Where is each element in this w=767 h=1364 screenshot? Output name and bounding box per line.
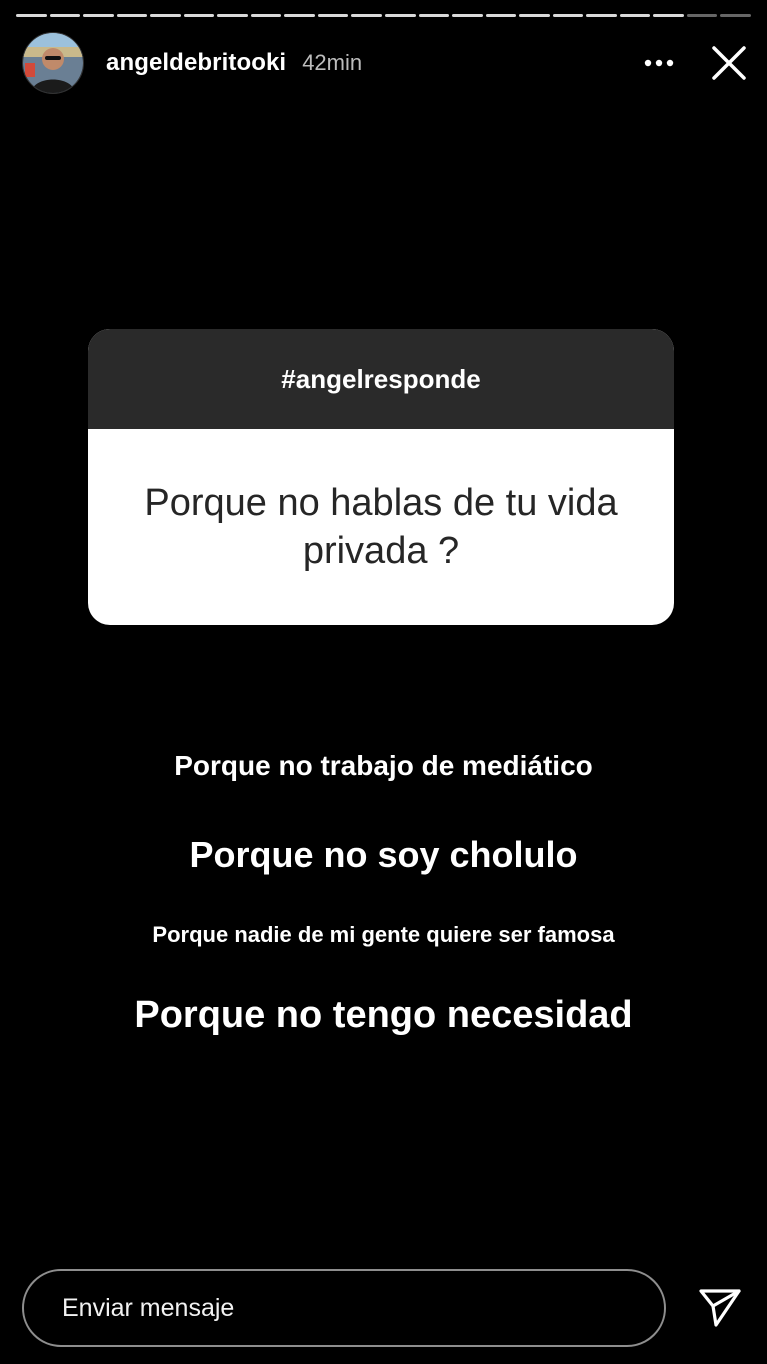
progress-segment <box>385 14 416 17</box>
progress-segment <box>317 14 349 17</box>
close-button[interactable] <box>707 41 751 85</box>
progress-segment <box>619 14 651 17</box>
answer-line-2: Porque no soy cholulo <box>189 834 578 875</box>
progress-segment <box>720 14 752 17</box>
story-header: angeldebritooki 42min <box>22 32 751 94</box>
message-input[interactable] <box>22 1269 666 1347</box>
answer-line-3: Porque nadie de mi gente quiere ser famo… <box>152 922 615 947</box>
post-time: 42min <box>302 50 363 75</box>
progress-segment <box>150 14 181 17</box>
send-icon <box>699 1289 741 1327</box>
progress-segment <box>250 14 282 17</box>
answer-line-1: Porque no trabajo de mediático <box>174 750 593 781</box>
story-footer <box>22 1268 745 1348</box>
progress-segment <box>552 14 584 17</box>
progress-segment <box>351 14 383 17</box>
username[interactable]: angeldebritooki <box>106 49 286 77</box>
question-text: Porque no hablas de tu vida privada ? <box>144 482 618 572</box>
progress-segment <box>418 14 450 17</box>
progress-segment <box>217 14 248 17</box>
progress-segment <box>485 14 517 17</box>
progress-segment <box>49 14 81 17</box>
story-progress-bar <box>16 14 752 17</box>
profile-avatar[interactable] <box>22 32 84 94</box>
more-horizontal-icon <box>644 59 674 67</box>
question-sticker: #angelresponde Porque no hablas de tu vi… <box>88 329 674 625</box>
send-button[interactable] <box>695 1283 745 1333</box>
progress-segment <box>452 14 483 17</box>
close-icon <box>712 46 746 80</box>
question-sticker-header: #angelresponde <box>88 329 674 429</box>
progress-segment <box>116 14 148 17</box>
more-options-button[interactable] <box>637 41 681 85</box>
progress-segment <box>16 14 47 17</box>
progress-segment <box>284 14 315 17</box>
progress-segment <box>586 14 617 17</box>
progress-segment <box>519 14 550 17</box>
progress-segment <box>686 14 718 17</box>
progress-segment <box>183 14 215 17</box>
progress-segment <box>653 14 684 17</box>
progress-segment <box>83 14 114 17</box>
answer-line-4: Porque no tengo necesidad <box>134 994 633 1036</box>
